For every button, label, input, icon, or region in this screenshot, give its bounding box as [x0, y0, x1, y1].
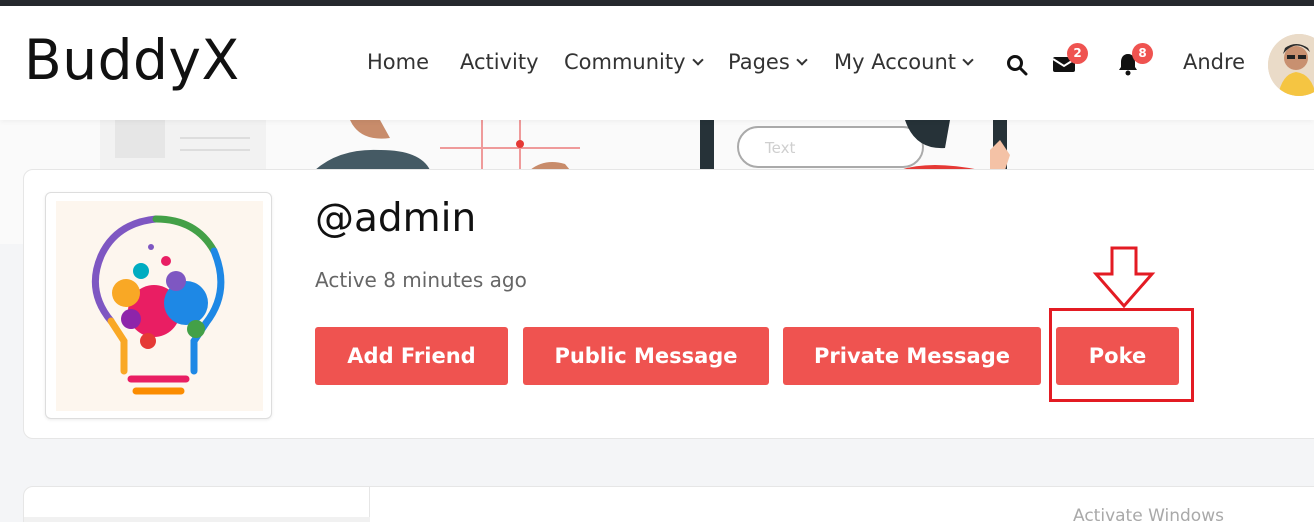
messages-count-badge: 2: [1067, 43, 1088, 64]
nav-pages[interactable]: Pages: [728, 50, 808, 74]
nav-community[interactable]: Community: [564, 50, 704, 74]
sidebar-row: [24, 517, 370, 522]
sidebar-panel: [24, 487, 370, 522]
chevron-down-icon: [796, 53, 808, 66]
cover-input-placeholder: Text: [764, 139, 795, 157]
annotation-arrow-down-icon: [1092, 246, 1156, 310]
nav-activity-label: Activity: [460, 50, 539, 74]
public-message-button[interactable]: Public Message: [523, 327, 769, 385]
nav-activity[interactable]: Activity: [460, 50, 539, 74]
nav-my-account-label: My Account: [834, 50, 957, 74]
windows-activation-watermark: Activate Windows: [1073, 506, 1224, 522]
private-message-button[interactable]: Private Message: [783, 327, 1041, 385]
nav-home[interactable]: Home: [367, 50, 429, 74]
user-avatar[interactable]: [1268, 34, 1314, 96]
profile-handle: @admin: [315, 196, 477, 241]
nav-my-account[interactable]: My Account: [834, 50, 974, 74]
user-name[interactable]: Andre: [1183, 50, 1245, 74]
lightbulb-logo-icon: [56, 201, 263, 411]
nav-home-label: Home: [367, 50, 430, 74]
profile-last-active: Active 8 minutes ago: [315, 268, 527, 292]
nav-pages-label: Pages: [728, 50, 790, 74]
profile-avatar[interactable]: [45, 192, 272, 419]
annotation-highlight-box: [1049, 308, 1194, 402]
search-icon[interactable]: [1006, 54, 1028, 80]
notifications-count-badge: 8: [1132, 43, 1153, 64]
nav-community-label: Community: [564, 50, 686, 74]
site-logo[interactable]: BuddyX: [24, 28, 240, 92]
add-friend-button[interactable]: Add Friend: [315, 327, 508, 385]
chevron-down-icon: [962, 53, 974, 66]
chevron-down-icon: [691, 53, 704, 66]
site-header: BuddyX Home Activity Community Pages My …: [0, 6, 1314, 120]
